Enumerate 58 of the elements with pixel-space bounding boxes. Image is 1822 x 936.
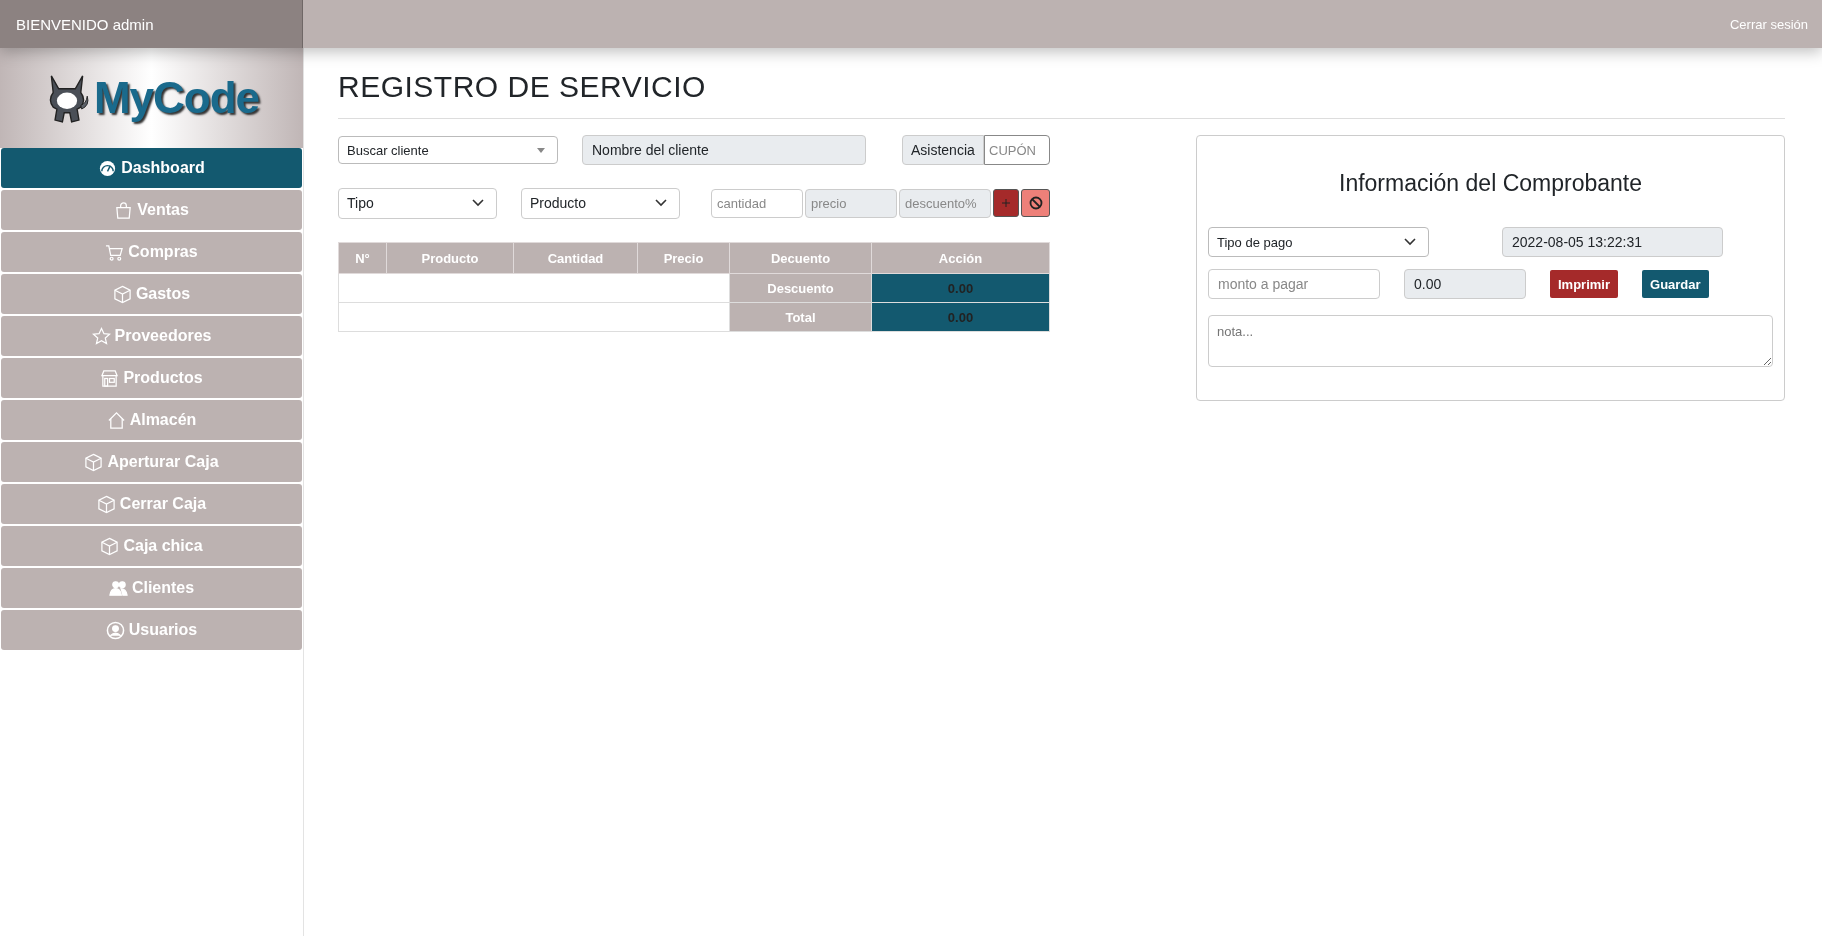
- logout-link[interactable]: Cerrar sesión: [1729, 16, 1808, 32]
- sidebar-item[interactable]: Caja chica: [1, 526, 302, 566]
- column-header: Decuento: [729, 242, 872, 274]
- box-icon: [112, 284, 132, 304]
- shop-icon: [100, 368, 120, 388]
- sidebar-item[interactable]: Productos: [1, 358, 302, 398]
- amount-field[interactable]: monto a pagar: [1208, 269, 1380, 299]
- sidebar-item[interactable]: Compras: [1, 232, 302, 272]
- chevron-down-icon: [472, 199, 484, 207]
- summary-value: 0.00: [871, 273, 1050, 303]
- sidebar-item[interactable]: Aperturar Caja: [1, 442, 302, 482]
- payment-select[interactable]: Tipo de pago: [1208, 227, 1429, 257]
- dropdown-arrow-icon: [537, 147, 545, 153]
- shopping-bag-icon: [114, 200, 134, 220]
- box-icon: [96, 494, 116, 514]
- logo-text: MyCode: [93, 73, 260, 123]
- column-header: Precio: [637, 242, 730, 274]
- column-header: N°: [338, 242, 387, 274]
- box-icon: [100, 536, 120, 556]
- type-select[interactable]: Tipo: [338, 187, 497, 219]
- welcome-text: BIENVENIDO admin: [16, 15, 154, 33]
- box-icon: [84, 452, 104, 472]
- people-icon: [108, 578, 128, 598]
- sidebar-item[interactable]: Gastos: [1, 274, 302, 314]
- plus-icon: [1002, 198, 1010, 207]
- coupon-field[interactable]: CUPÓN: [984, 135, 1050, 165]
- save-button[interactable]: Guardar: [1642, 270, 1709, 298]
- note-field[interactable]: nota...: [1208, 315, 1773, 367]
- print-button[interactable]: Imprimir: [1550, 270, 1618, 298]
- gauge-icon: [98, 158, 118, 178]
- chevron-down-icon: [1404, 238, 1416, 246]
- sidebar-item[interactable]: Almacén: [1, 400, 302, 440]
- user-icon: [105, 620, 125, 640]
- card-title: Información del Comprobante: [1338, 170, 1643, 197]
- column-header: Producto: [386, 242, 514, 274]
- column-header: Cantidad: [513, 242, 638, 274]
- summary-label: Total: [729, 302, 872, 332]
- house-icon: [106, 410, 126, 430]
- assistance-label: Asistencia: [902, 135, 984, 165]
- summary-value: 0.00: [871, 302, 1050, 332]
- sidebar-item[interactable]: Ventas: [1, 190, 302, 230]
- sidebar-item[interactable]: Clientes: [1, 568, 302, 608]
- page-title: REGISTRO DE SERVICIO: [338, 70, 707, 104]
- summary-label: Descuento: [729, 273, 872, 303]
- clear-button[interactable]: [1021, 188, 1050, 217]
- product-select[interactable]: Producto: [521, 187, 680, 219]
- sidebar-item[interactable]: Usuarios: [1, 610, 302, 650]
- add-button[interactable]: [993, 188, 1019, 217]
- star-icon: [91, 326, 111, 346]
- sidebar-item[interactable]: Cerrar Caja: [1, 484, 302, 524]
- prohibited-icon: [1028, 195, 1043, 210]
- client-select[interactable]: Buscar cliente: [338, 136, 558, 164]
- column-header: Acción: [871, 242, 1050, 274]
- sidebar-item[interactable]: Proveedores: [1, 316, 302, 356]
- chevron-down-icon: [655, 199, 667, 207]
- cart-icon: [105, 242, 125, 262]
- sidebar-item[interactable]: Dashboard: [1, 148, 302, 188]
- input-field[interactable]: cantidad: [711, 188, 803, 218]
